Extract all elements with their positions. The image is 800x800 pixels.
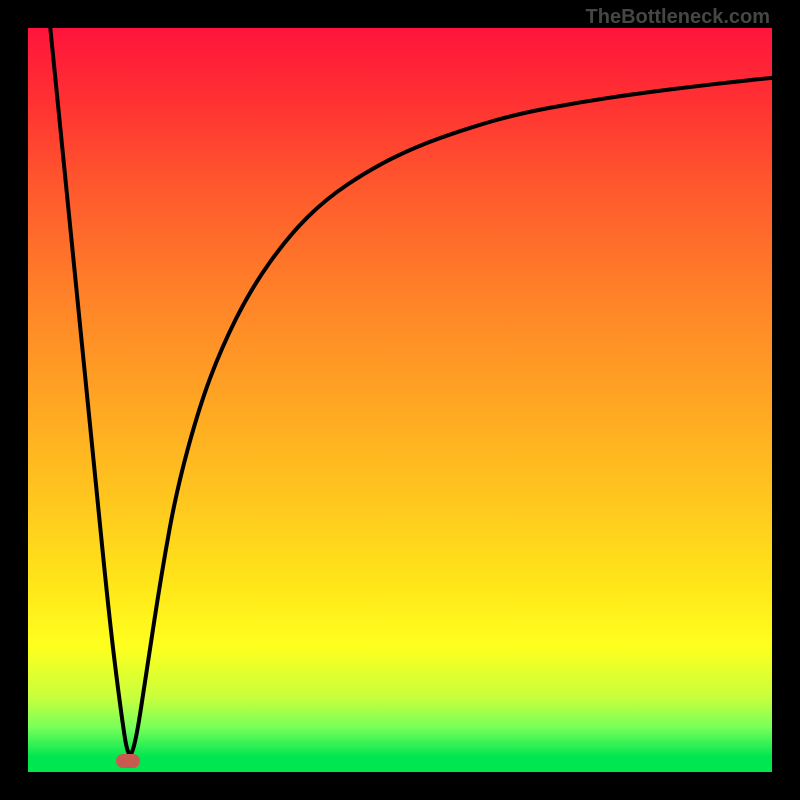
watermark-text: TheBottleneck.com	[586, 6, 770, 29]
minimum-marker	[116, 754, 140, 768]
chart-area	[28, 28, 772, 772]
curve-lines	[28, 28, 772, 772]
